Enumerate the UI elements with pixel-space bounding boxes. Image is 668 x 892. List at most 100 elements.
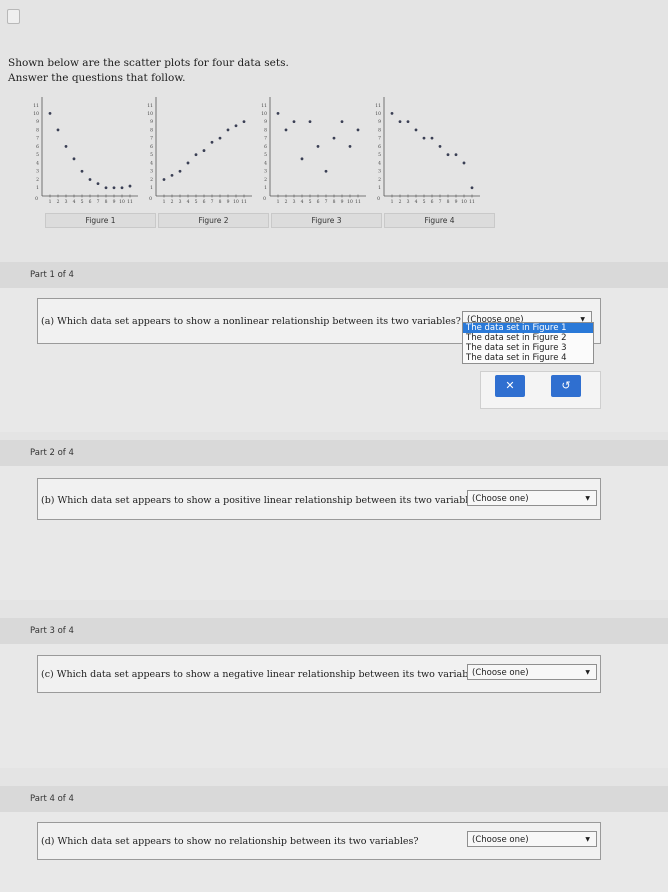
fig-3-x-tick: 10 xyxy=(347,199,353,205)
fig-4-point xyxy=(438,145,442,148)
fig-4-x-tick: 10 xyxy=(461,199,467,205)
fig-3-point xyxy=(316,145,320,148)
fig-1-point xyxy=(96,182,100,186)
fig-1-y-tick: 6 xyxy=(36,144,39,150)
part-2-select[interactable]: (Choose one) ▼ xyxy=(467,490,597,506)
fig-1-x-tick: 6 xyxy=(89,199,92,205)
option-figure-2[interactable]: The data set in Figure 2 xyxy=(463,333,593,343)
fig-2-y-tick: 6 xyxy=(150,144,153,150)
fig-4-point xyxy=(430,136,434,140)
fig-3-y-tick: 3 xyxy=(264,169,267,175)
option-figure-3[interactable]: The data set in Figure 3 xyxy=(463,343,593,353)
fig-4-x-tick: 11 xyxy=(469,199,475,205)
part-2-question: (b) Which data set appears to show a pos… xyxy=(41,495,484,506)
instructions-line-1: Shown below are the scatter plots for fo… xyxy=(8,57,289,69)
option-figure-4[interactable]: The data set in Figure 4 xyxy=(463,353,593,363)
fig-4-x-tick: 9 xyxy=(455,199,458,205)
fig-2-x-tick: 11 xyxy=(241,199,247,205)
fig-1-point xyxy=(48,111,52,115)
fig-2-origin: 0 xyxy=(149,196,152,202)
fig-3-x-tick: 2 xyxy=(285,199,288,205)
fig-1-point xyxy=(72,157,76,161)
fig-1-x-tick: 1 xyxy=(49,199,52,205)
part-2-header: Part 2 of 4 xyxy=(0,440,668,466)
fig-4-x-tick: 4 xyxy=(415,199,418,205)
fig-2-x-tick: 4 xyxy=(187,199,190,205)
fig-1-y-tick: 2 xyxy=(36,177,39,183)
part-3-question: (c) Which data set appears to show a neg… xyxy=(41,669,487,680)
fig-2-point xyxy=(218,136,222,140)
fig-3-y-tick: 5 xyxy=(264,152,267,158)
fig-2-x-tick: 10 xyxy=(233,199,239,205)
fig-1-x-tick: 7 xyxy=(97,199,100,205)
part-4-question: (d) Which data set appears to show no re… xyxy=(41,836,419,847)
fig-4-y-tick: 1 xyxy=(378,185,381,191)
fig-2-y-tick: 10 xyxy=(147,111,153,117)
fig-1-y-tick: 1 xyxy=(36,185,39,191)
undo-button[interactable]: ↺ xyxy=(551,375,581,397)
fig-3-y-tick: 1 xyxy=(264,185,267,191)
fig-4-x-tick: 5 xyxy=(423,199,426,205)
answer-buttons: ✕ ↺ xyxy=(480,371,601,409)
fig-1-origin: 0 xyxy=(35,196,38,202)
fig-4-point xyxy=(462,161,466,165)
fig-2-point xyxy=(170,173,174,177)
fig-4-origin: 0 xyxy=(377,196,380,202)
fig-2-point xyxy=(202,149,206,152)
clear-button[interactable]: ✕ xyxy=(495,375,525,397)
fig-3-x-tick: 5 xyxy=(309,199,312,205)
fig-3-y-tick: 8 xyxy=(264,127,267,133)
fig-2-point xyxy=(226,128,230,132)
fig-4-x-tick: 1 xyxy=(391,199,394,205)
fig-4-x-tick: 6 xyxy=(431,199,434,205)
figure-2-label: Figure 2 xyxy=(158,213,269,228)
fig-3-point xyxy=(340,120,344,124)
fig-2-point xyxy=(234,124,238,128)
fig-4-x-tick: 2 xyxy=(399,199,402,205)
fig-4-point xyxy=(446,153,450,157)
page-icon xyxy=(7,9,20,24)
chevron-down-icon: ▼ xyxy=(585,495,590,502)
fig-4-point xyxy=(414,128,418,132)
fig-4-y-tick: 9 xyxy=(378,119,381,125)
fig-2-y-tick: 9 xyxy=(150,119,153,125)
fig-3-y-tick: 9 xyxy=(264,119,267,125)
fig-1-point xyxy=(128,184,132,188)
fig-1-x-tick: 2 xyxy=(57,199,60,205)
option-figure-1[interactable]: The data set in Figure 1 xyxy=(463,323,593,333)
fig-3-point xyxy=(284,128,288,132)
fig-2-y-tick: 2 xyxy=(150,177,153,183)
part-3-select[interactable]: (Choose one) ▼ xyxy=(467,664,597,680)
fig-3-y-tick: 7 xyxy=(264,136,267,142)
fig-4-point xyxy=(398,120,402,124)
fig-4-y-tick: 4 xyxy=(378,160,381,166)
fig-1-point xyxy=(88,178,92,181)
fig-4-y-tick: 6 xyxy=(378,144,381,150)
fig-4-point xyxy=(390,111,394,115)
fig-2-x-tick: 9 xyxy=(227,199,230,205)
fig-1-x-tick: 11 xyxy=(127,199,133,205)
fig-2-y-tick: 11 xyxy=(147,103,153,109)
fig-2-x-tick: 2 xyxy=(171,199,174,205)
fig-1-point xyxy=(64,145,68,148)
fig-1-point xyxy=(104,186,108,190)
figure-labels: Figure 1 Figure 2 Figure 3 Figure 4 xyxy=(45,213,497,228)
fig-1-y-tick: 5 xyxy=(36,152,39,158)
fig-4-x-tick: 8 xyxy=(447,199,450,205)
fig-1-x-tick: 5 xyxy=(81,199,84,205)
fig-2-x-tick: 3 xyxy=(179,199,182,205)
fig-1-x-tick: 8 xyxy=(105,199,108,205)
part-4-select[interactable]: (Choose one) ▼ xyxy=(467,831,597,847)
fig-3-point xyxy=(324,169,328,173)
fig-3-x-tick: 7 xyxy=(325,199,328,205)
fig-4-y-tick: 8 xyxy=(378,127,381,133)
fig-2-y-tick: 1 xyxy=(150,185,153,191)
part-4-select-value: (Choose one) xyxy=(472,835,529,845)
part-2: Part 2 of 4 xyxy=(0,440,668,600)
fig-1-x-tick: 4 xyxy=(73,199,76,205)
fig-4-y-tick: 2 xyxy=(378,177,381,183)
fig-4-point xyxy=(422,136,426,140)
part-2-select-value: (Choose one) xyxy=(472,494,529,504)
fig-2-y-tick: 3 xyxy=(150,169,153,175)
fig-1-x-tick: 3 xyxy=(65,199,68,205)
